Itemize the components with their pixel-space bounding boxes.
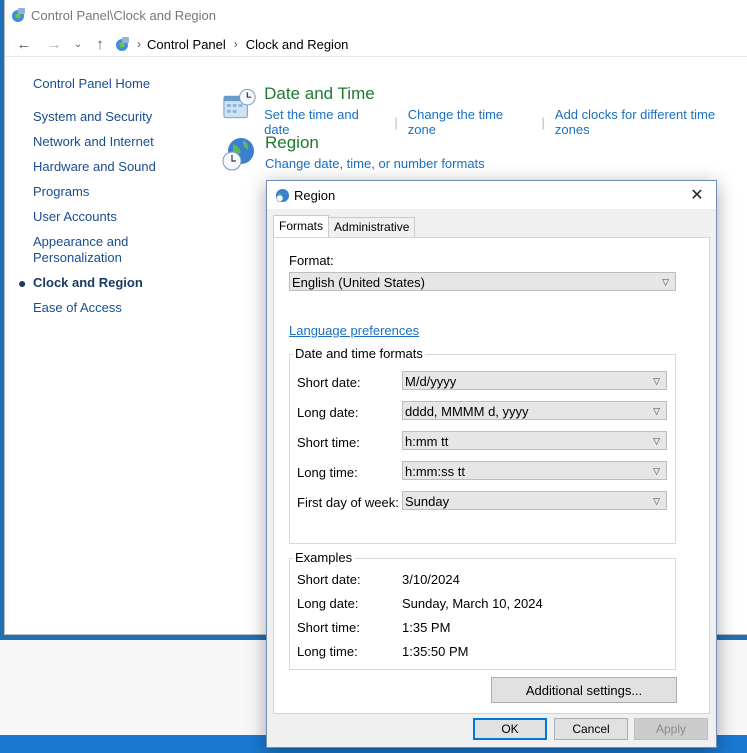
short-time-select[interactable]: h:mm tt ▽ bbox=[402, 431, 667, 450]
link-separator: | bbox=[394, 114, 398, 130]
long-time-label: Long time: bbox=[297, 465, 358, 480]
tab-formats[interactable]: Formats bbox=[273, 215, 330, 238]
long-date-value: dddd, MMMM d, yyyy bbox=[405, 404, 529, 419]
region-dialog: Region ✕ Formats Administrative Format: … bbox=[266, 180, 717, 748]
example-short-time-value: 1:35 PM bbox=[402, 620, 451, 635]
recent-locations-chevron-icon[interactable]: ⌄ bbox=[67, 33, 89, 55]
long-time-value: h:mm:ss tt bbox=[405, 464, 465, 479]
dialog-title: Region bbox=[294, 187, 336, 203]
chevron-down-icon: ▽ bbox=[662, 277, 669, 287]
window-titlebar: Control Panel\Clock and Region bbox=[5, 0, 747, 30]
tab-administrative[interactable]: Administrative bbox=[328, 217, 416, 238]
category-title-date-time[interactable]: Date and Time bbox=[264, 83, 747, 105]
sidebar-item-clock-region[interactable]: ● Clock and Region bbox=[18, 275, 203, 291]
format-select[interactable]: English (United States) ▽ bbox=[289, 272, 676, 291]
dialog-titlebar[interactable]: Region ✕ bbox=[267, 181, 716, 209]
ok-button[interactable]: OK bbox=[473, 718, 547, 740]
breadcrumb-chevron-icon[interactable]: › bbox=[234, 37, 238, 51]
short-date-label: Short date: bbox=[297, 375, 361, 390]
control-panel-icon bbox=[12, 8, 25, 22]
short-date-select[interactable]: M/d/yyyy ▽ bbox=[402, 371, 667, 390]
breadcrumb-clock-and-region[interactable]: Clock and Region bbox=[246, 37, 349, 52]
chevron-down-icon: ▽ bbox=[653, 436, 660, 446]
example-short-date-label: Short date: bbox=[297, 572, 361, 587]
sidebar-item-network-internet[interactable]: Network and Internet bbox=[33, 134, 203, 150]
date-time-icon bbox=[223, 88, 256, 119]
short-time-label: Short time: bbox=[297, 435, 360, 450]
category-title-region[interactable]: Region bbox=[265, 132, 485, 154]
globe-icon bbox=[275, 188, 290, 202]
cancel-button[interactable]: Cancel bbox=[554, 718, 628, 740]
short-time-value: h:mm tt bbox=[405, 434, 449, 449]
short-date-value: M/d/yyyy bbox=[405, 374, 457, 389]
sidebar-item-appearance[interactable]: Appearance and Personalization bbox=[33, 234, 143, 266]
control-panel-icon bbox=[116, 37, 129, 51]
group-title: Date and time formats bbox=[293, 346, 425, 361]
sidebar-item-home[interactable]: Control Panel Home bbox=[33, 76, 203, 92]
chevron-down-icon: ▽ bbox=[653, 496, 660, 506]
first-day-select[interactable]: Sunday ▽ bbox=[402, 491, 667, 510]
apply-button[interactable]: Apply bbox=[634, 718, 708, 740]
sidebar: Control Panel Home System and Security N… bbox=[18, 76, 203, 325]
long-date-select[interactable]: dddd, MMMM d, yyyy ▽ bbox=[402, 401, 667, 420]
example-long-date-label: Long date: bbox=[297, 596, 359, 611]
language-preferences-link[interactable]: Language preferences bbox=[289, 323, 419, 338]
chevron-down-icon: ▽ bbox=[653, 466, 660, 476]
example-long-time-value: 1:35:50 PM bbox=[402, 644, 469, 659]
link-change-formats[interactable]: Change date, time, or number formats bbox=[265, 156, 485, 171]
formats-panel: Format: English (United States) ▽ Langua… bbox=[273, 237, 710, 714]
sidebar-item-hardware-sound[interactable]: Hardware and Sound bbox=[33, 159, 203, 175]
long-time-select[interactable]: h:mm:ss tt ▽ bbox=[402, 461, 667, 480]
example-long-time-label: Long time: bbox=[297, 644, 358, 659]
date-time-formats-group: Date and time formats Short date: M/d/yy… bbox=[289, 346, 676, 544]
up-arrow-icon[interactable]: ↑ bbox=[89, 33, 111, 55]
additional-settings-button[interactable]: Additional settings... bbox=[491, 677, 677, 703]
forward-arrow-icon[interactable]: → bbox=[43, 33, 65, 55]
examples-group: Examples Short date: 3/10/2024 Long date… bbox=[289, 550, 676, 670]
example-short-time-label: Short time: bbox=[297, 620, 360, 635]
group-title: Examples bbox=[293, 550, 355, 565]
sidebar-item-programs[interactable]: Programs bbox=[33, 184, 203, 200]
link-separator: | bbox=[541, 114, 545, 130]
format-select-value: English (United States) bbox=[292, 275, 425, 290]
example-long-date-value: Sunday, March 10, 2024 bbox=[402, 596, 543, 611]
address-bar: ← → ⌄ ↑ › Control Panel › Clock and Regi… bbox=[5, 32, 747, 57]
window-title: Control Panel\Clock and Region bbox=[31, 7, 216, 23]
dialog-tabs: Formats Administrative bbox=[273, 215, 416, 238]
breadcrumb-chevron-icon[interactable]: › bbox=[137, 37, 141, 51]
chevron-down-icon: ▽ bbox=[653, 376, 660, 386]
first-day-value: Sunday bbox=[405, 494, 450, 509]
breadcrumb-control-panel[interactable]: Control Panel bbox=[147, 37, 226, 52]
back-arrow-icon[interactable]: ← bbox=[13, 33, 35, 55]
active-bullet-icon: ● bbox=[18, 275, 27, 291]
close-icon[interactable]: ✕ bbox=[686, 184, 708, 206]
example-short-date-value: 3/10/2024 bbox=[402, 572, 460, 587]
category-region: Region Change date, time, or number form… bbox=[221, 132, 485, 172]
format-label: Format: bbox=[289, 253, 334, 268]
first-day-label: First day of week: bbox=[297, 495, 399, 510]
category-date-time: Date and Time Set the time and date | Ch… bbox=[221, 83, 747, 137]
sidebar-item-user-accounts[interactable]: User Accounts bbox=[33, 209, 203, 225]
sidebar-item-system-security[interactable]: System and Security bbox=[33, 109, 203, 125]
chevron-down-icon: ▽ bbox=[653, 406, 660, 416]
sidebar-item-label: Clock and Region bbox=[33, 275, 143, 290]
long-date-label: Long date: bbox=[297, 405, 359, 420]
link-add-clocks[interactable]: Add clocks for different time zones bbox=[555, 107, 747, 137]
globe-clock-icon bbox=[222, 138, 254, 171]
sidebar-item-ease-of-access[interactable]: Ease of Access bbox=[33, 300, 203, 316]
